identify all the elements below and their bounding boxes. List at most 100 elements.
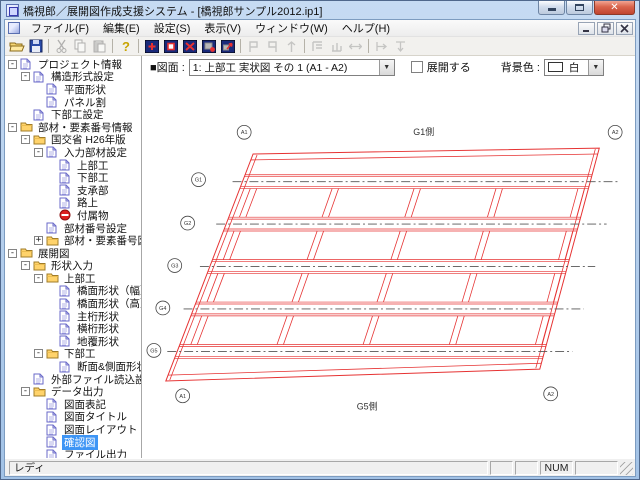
- maximize-button[interactable]: [566, 1, 593, 15]
- tree-item[interactable]: 下部工: [5, 171, 141, 184]
- zoom-plus-icon: [145, 40, 159, 53]
- layout-flag1-button: [244, 38, 263, 55]
- chevron-down-icon[interactable]: ▼: [588, 60, 603, 75]
- tree-item[interactable]: 支承部: [5, 184, 141, 197]
- doc-icon: [59, 298, 72, 310]
- expand-toggle[interactable]: +: [34, 236, 43, 245]
- doc-icon: [33, 373, 46, 385]
- menu-item[interactable]: 編集(E): [96, 19, 147, 38]
- collapse-toggle[interactable]: -: [8, 123, 17, 132]
- tree-item[interactable]: 上部工: [5, 159, 141, 172]
- background-color-label: 背景色 :: [501, 59, 540, 75]
- title-bar: 橋視郎／展開図作成支援システム - [橋視郎サンプル2012.ip1] ✕: [4, 1, 636, 19]
- svg-text:A2: A2: [612, 130, 619, 136]
- document-icon[interactable]: [8, 22, 20, 34]
- zoom-prev-icon: [202, 40, 216, 53]
- folder-icon: [20, 247, 33, 259]
- resize-grip[interactable]: [620, 462, 633, 475]
- doc-icon: [46, 83, 59, 95]
- collapse-toggle[interactable]: -: [8, 249, 17, 258]
- layout-grid2-icon: [330, 40, 343, 53]
- doc-icon: [20, 58, 33, 70]
- doc-icon: [46, 146, 59, 158]
- collapse-toggle[interactable]: -: [34, 349, 43, 358]
- mdi-minimize-button[interactable]: [578, 22, 595, 35]
- collapse-toggle[interactable]: -: [34, 274, 43, 283]
- menu-item[interactable]: 表示(V): [197, 19, 248, 38]
- bridge-plan-drawing: G1G2G3G4G5A1A2A1A2G1側G5側: [142, 78, 635, 458]
- open-button[interactable]: [7, 38, 26, 55]
- zoom-extent-button[interactable]: [161, 38, 180, 55]
- collapse-toggle[interactable]: -: [21, 387, 30, 396]
- zoom-window-button[interactable]: [180, 38, 199, 55]
- menu-item[interactable]: ファイル(F): [24, 19, 96, 38]
- svg-text:G4: G4: [159, 306, 166, 312]
- tree-item[interactable]: 路上: [5, 197, 141, 210]
- menu-item[interactable]: ウィンドウ(W): [248, 19, 335, 38]
- doc-icon: [59, 159, 72, 171]
- minimize-button[interactable]: [538, 1, 565, 15]
- layout-move-button: [346, 38, 365, 55]
- tree-item-label[interactable]: 部材・要素番号図: [62, 233, 142, 248]
- cut-button: [52, 38, 71, 55]
- paste-icon: [93, 39, 106, 53]
- zoom-prev-button[interactable]: [199, 38, 218, 55]
- zoom-plus-button[interactable]: [142, 38, 161, 55]
- toolbar: ?: [5, 37, 635, 56]
- layout-move-icon: [349, 40, 362, 53]
- background-color-select[interactable]: 白 ▼: [544, 59, 604, 76]
- num-lock-indicator: NUM: [540, 461, 573, 475]
- status-message: レディ: [9, 461, 488, 475]
- save-button[interactable]: [26, 38, 45, 55]
- status-cell: [490, 461, 513, 475]
- layout-flag2-button: [263, 38, 282, 55]
- layout-arrow2-button: [391, 38, 410, 55]
- layout-grid1-button: [308, 38, 327, 55]
- collapse-toggle[interactable]: -: [21, 72, 30, 81]
- chevron-down-icon[interactable]: ▼: [379, 60, 394, 75]
- doc-icon: [46, 222, 59, 234]
- doc-icon: [46, 411, 59, 423]
- copy-icon: [74, 39, 87, 53]
- collapse-toggle[interactable]: -: [21, 261, 30, 270]
- open-icon: [9, 39, 25, 53]
- drawing-select[interactable]: 1: 上部工 実状図 その 1 (A1 - A2) ▼: [189, 59, 395, 76]
- layout-grid2-button: [327, 38, 346, 55]
- svg-text:A1: A1: [241, 130, 248, 136]
- menu-item[interactable]: ヘルプ(H): [335, 19, 397, 38]
- collapse-toggle[interactable]: -: [8, 60, 17, 69]
- window-title: 橋視郎／展開図作成支援システム - [橋視郎サンプル2012.ip1]: [23, 3, 322, 19]
- help-button[interactable]: ?: [116, 38, 135, 55]
- close-button[interactable]: ✕: [594, 1, 635, 15]
- doc-icon: [33, 71, 46, 83]
- layout-arrow1-button: [372, 38, 391, 55]
- expand-checkbox[interactable]: [411, 61, 423, 73]
- drawing-label: ■図面 :: [150, 59, 185, 75]
- doc-icon: [59, 197, 72, 209]
- menu-item[interactable]: 設定(S): [147, 19, 198, 38]
- color-swatch: [548, 62, 563, 72]
- layout-flag2-icon: [266, 40, 279, 53]
- svg-text:G2: G2: [184, 221, 191, 227]
- collapse-toggle[interactable]: -: [21, 135, 30, 144]
- background-color-value: 白: [566, 60, 588, 75]
- save-icon: [29, 39, 43, 53]
- zoom-pan-button[interactable]: [218, 38, 237, 55]
- tree-item[interactable]: -入力部材設定: [5, 146, 141, 159]
- toolbar-separator: [368, 39, 369, 53]
- zoom-pan-icon: [221, 40, 235, 53]
- app-window: 橋視郎／展開図作成支援システム - [橋視郎サンプル2012.ip1] ✕ ファ…: [0, 0, 640, 480]
- drawing-select-value: 1: 上部工 実状図 その 1 (A1 - A2): [190, 60, 379, 75]
- doc-icon: [46, 436, 59, 448]
- toolbar-separator: [138, 39, 139, 53]
- svg-text:G3: G3: [171, 264, 178, 270]
- mdi-restore-button[interactable]: [597, 22, 614, 35]
- tree-item-label[interactable]: ファイル出力: [62, 447, 129, 458]
- tree-item[interactable]: ファイル出力: [5, 448, 141, 458]
- mdi-close-button[interactable]: [616, 22, 633, 35]
- drawing-canvas[interactable]: G1G2G3G4G5A1A2A1A2G1側G5側: [142, 78, 635, 458]
- collapse-toggle[interactable]: -: [34, 148, 43, 157]
- tree-item[interactable]: + 部材・要素番号図: [5, 234, 141, 247]
- doc-icon: [59, 285, 72, 297]
- doc-icon: [46, 398, 59, 410]
